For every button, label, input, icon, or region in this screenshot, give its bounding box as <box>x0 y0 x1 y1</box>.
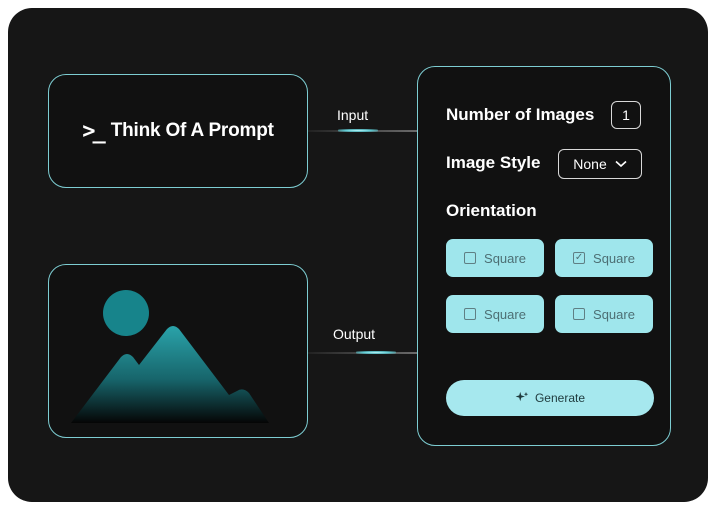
prompt-box[interactable]: >_ Think Of A Prompt <box>48 74 308 188</box>
orientation-option-label: Square <box>593 250 635 266</box>
orientation-option[interactable]: ✓ Square <box>555 239 653 277</box>
orientation-option[interactable]: Square <box>446 239 544 277</box>
orientation-option-label: Square <box>484 250 526 266</box>
number-of-images-label: Number of Images <box>446 105 595 124</box>
image-style-label: Image Style <box>446 153 541 172</box>
checkbox-icon[interactable] <box>464 252 477 264</box>
number-of-images-input[interactable]: 1 <box>611 101 641 129</box>
checkbox-icon[interactable] <box>464 308 477 320</box>
output-preview <box>48 264 308 438</box>
orientation-option[interactable]: Square <box>446 295 544 333</box>
input-label: Input <box>337 107 369 123</box>
prompt-label: Think Of A Prompt <box>110 120 274 141</box>
output-label: Output <box>333 326 376 342</box>
main-card: >_ Think Of A Prompt Input Output Number… <box>8 8 708 502</box>
orientation-option-label: Square <box>484 306 526 322</box>
chevron-down-icon <box>615 160 627 168</box>
output-connector-glow <box>356 351 396 354</box>
orientation-option[interactable]: Square <box>555 295 653 333</box>
orientation-label: Orientation <box>446 201 537 220</box>
image-style-value: None <box>573 156 607 172</box>
image-placeholder-icon <box>71 290 269 423</box>
generate-button[interactable]: Generate <box>446 380 654 416</box>
checkbox-icon[interactable] <box>573 308 586 320</box>
input-connector-glow <box>338 129 378 132</box>
sparkle-icon <box>515 391 529 402</box>
orientation-option-label: Square <box>593 306 635 322</box>
settings-panel: Number of Images 1 Image Style None Orie… <box>417 66 671 446</box>
generate-label: Generate <box>534 391 586 405</box>
image-style-select[interactable]: None <box>558 149 642 179</box>
terminal-prompt-icon: >_ <box>82 118 105 144</box>
checkbox-checked-icon[interactable]: ✓ <box>573 252 586 264</box>
